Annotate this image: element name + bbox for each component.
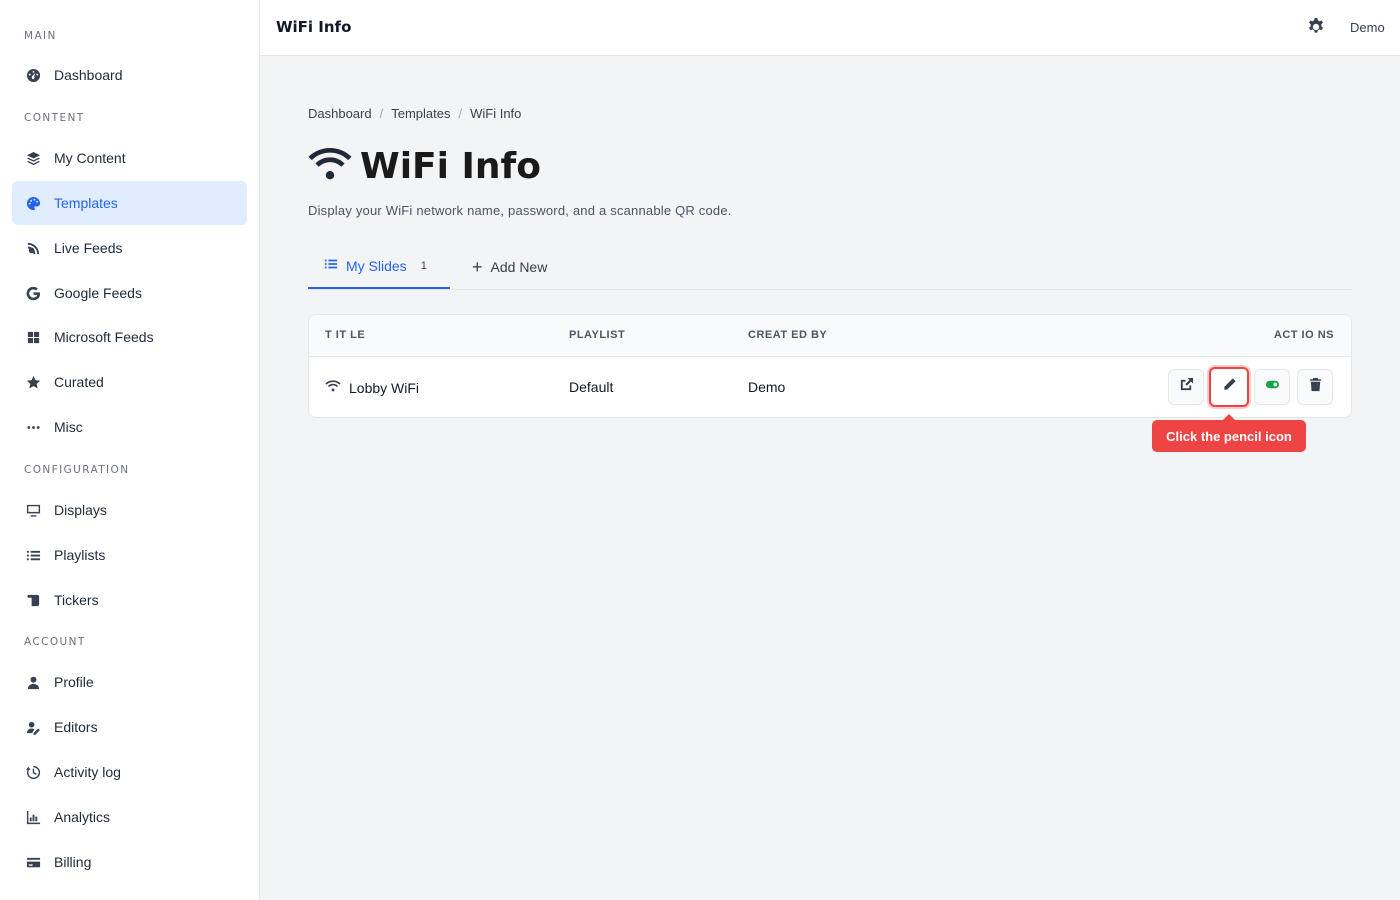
breadcrumb-separator: /	[379, 106, 384, 121]
column-header-title: T IT LE	[325, 329, 366, 341]
topbar: WiFi Info Demo	[260, 0, 1400, 56]
sidebar: MAIN Dashboard CONTENT My Content Templa…	[0, 0, 260, 900]
page-header: WiFi Info	[308, 144, 541, 189]
section-label-content: CONTENT	[24, 112, 85, 124]
row-playlist: Default	[569, 379, 614, 395]
user-icon	[24, 673, 42, 691]
sidebar-item-profile[interactable]: Profile	[12, 660, 247, 704]
row-title: Lobby WiFi	[325, 379, 419, 396]
sidebar-item-label: Google Feeds	[54, 285, 142, 301]
chart-icon	[24, 808, 42, 826]
breadcrumb-current: WiFi Info	[470, 106, 522, 121]
sidebar-item-live-feeds[interactable]: Live Feeds	[12, 226, 247, 270]
column-header-actions: ACT IO NS	[1273, 329, 1334, 341]
topbar-title: WiFi Info	[276, 18, 352, 36]
sidebar-item-activity-log[interactable]: Activity log	[12, 750, 247, 794]
dashboard-icon	[24, 66, 42, 84]
list-icon	[24, 546, 42, 564]
sidebar-item-editors[interactable]: Editors	[12, 705, 247, 749]
sidebar-item-label: Activity log	[54, 764, 121, 780]
gear-icon[interactable]	[1307, 18, 1325, 36]
page-description: Display your WiFi network name, password…	[308, 203, 732, 218]
sidebar-item-label: Dashboard	[54, 67, 123, 83]
sidebar-item-label: Tickers	[54, 592, 99, 608]
external-link-icon	[1179, 377, 1194, 397]
sidebar-item-misc[interactable]: Misc	[12, 405, 247, 449]
tab-count-badge: 1	[420, 259, 427, 272]
row-created-by: Demo	[748, 379, 786, 395]
windows-icon	[24, 328, 42, 346]
sidebar-item-dashboard[interactable]: Dashboard	[12, 53, 247, 97]
breadcrumb: Dashboard / Templates / WiFi Info	[308, 106, 521, 121]
sidebar-item-label: Templates	[54, 195, 118, 211]
sidebar-item-label: Microsoft Feeds	[54, 329, 154, 345]
sidebar-item-label: Playlists	[54, 547, 106, 563]
credit-card-icon	[24, 853, 42, 871]
column-header-playlist: PLAYLIST	[569, 329, 626, 341]
section-label-configuration: CONFIGURATION	[24, 464, 130, 476]
breadcrumb-separator: /	[458, 106, 463, 121]
tabs: My Slides 1 + Add New	[308, 244, 1352, 290]
sidebar-item-label: Misc	[54, 419, 83, 435]
wifi-icon	[325, 379, 349, 396]
sidebar-item-displays[interactable]: Displays	[12, 488, 247, 532]
pencil-icon	[1222, 377, 1237, 397]
plus-icon: +	[472, 256, 483, 277]
row-title-text: Lobby WiFi	[349, 379, 420, 396]
google-icon	[24, 284, 42, 302]
sidebar-item-google-feeds[interactable]: Google Feeds	[12, 271, 247, 315]
table-header: T IT LE PLAYLIST CREAT ED BY ACT IO NS	[309, 315, 1351, 357]
delete-button[interactable]	[1297, 369, 1333, 405]
page-title: WiFi Info	[360, 146, 541, 187]
sidebar-item-my-content[interactable]: My Content	[12, 136, 247, 180]
satellite-icon	[24, 239, 42, 257]
table-row: Lobby WiFi Default Demo	[309, 357, 1351, 417]
sidebar-item-label: Displays	[54, 502, 107, 518]
wifi-icon	[308, 144, 360, 189]
palette-icon	[24, 194, 42, 212]
sidebar-item-templates[interactable]: Templates	[12, 181, 247, 225]
sidebar-item-billing[interactable]: Billing	[12, 840, 247, 884]
sidebar-item-label: Editors	[54, 719, 98, 735]
ellipsis-icon	[24, 418, 42, 436]
toggle-on-icon	[1265, 377, 1280, 397]
open-external-button[interactable]	[1168, 369, 1204, 405]
sidebar-item-tickers[interactable]: Tickers	[12, 578, 247, 622]
hint-tooltip: Click the pencil icon	[1152, 414, 1306, 452]
tab-label: Add New	[490, 258, 548, 275]
section-label-main: MAIN	[24, 30, 57, 42]
star-icon	[24, 373, 42, 391]
monitor-icon	[24, 501, 42, 519]
slides-table: T IT LE PLAYLIST CREAT ED BY ACT IO NS L…	[308, 314, 1352, 418]
sidebar-item-analytics[interactable]: Analytics	[12, 795, 247, 839]
sidebar-item-label: My Content	[54, 150, 126, 166]
tab-my-slides[interactable]: My Slides 1	[308, 244, 450, 289]
breadcrumb-dashboard[interactable]: Dashboard	[308, 106, 372, 121]
user-menu[interactable]: Demo	[1350, 20, 1385, 35]
tab-label: My Slides	[346, 257, 407, 274]
sidebar-item-label: Analytics	[54, 809, 111, 825]
column-header-created-by: CREAT ED BY	[748, 329, 828, 341]
user-edit-icon	[24, 718, 42, 736]
tab-add-new[interactable]: + Add New	[472, 244, 547, 289]
section-label-account: ACCOUNT	[24, 636, 86, 648]
trash-icon	[1308, 377, 1323, 397]
edit-button[interactable]	[1209, 367, 1249, 407]
sidebar-item-label: Billing	[54, 854, 92, 870]
sidebar-item-label: Live Feeds	[54, 240, 123, 256]
layers-icon	[24, 149, 42, 167]
sidebar-item-label: Profile	[54, 674, 94, 690]
breadcrumb-templates[interactable]: Templates	[391, 106, 450, 121]
history-icon	[24, 763, 42, 781]
sidebar-item-curated[interactable]: Curated	[12, 360, 247, 404]
sidebar-item-microsoft-feeds[interactable]: Microsoft Feeds	[12, 315, 247, 359]
scroll-icon	[24, 591, 42, 609]
sidebar-item-label: Curated	[54, 374, 104, 390]
toggle-active-button[interactable]	[1254, 369, 1290, 405]
list-icon	[324, 257, 346, 274]
sidebar-item-playlists[interactable]: Playlists	[12, 533, 247, 577]
